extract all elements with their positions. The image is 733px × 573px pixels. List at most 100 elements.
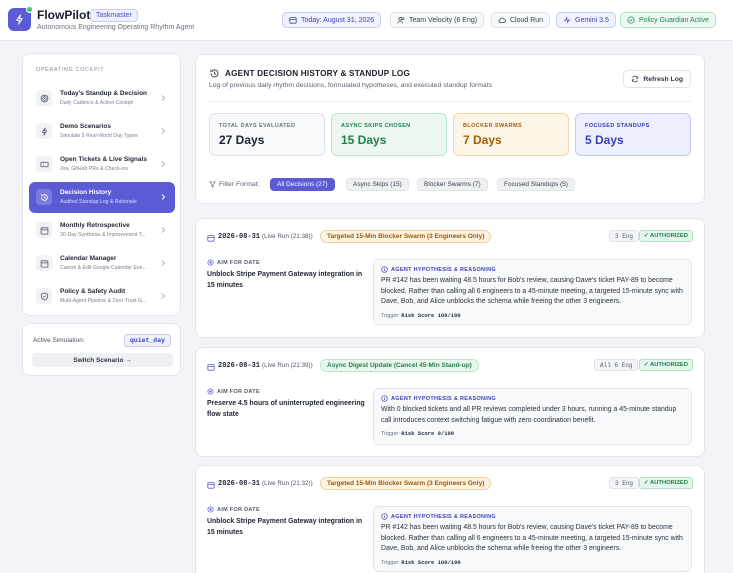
hypothesis-label-text: AGENT HYPOTHESIS & REASONING [391,266,496,273]
info-icon [381,513,388,520]
sidebar-item-policy[interactable]: Policy & Safety Audit Multi-Agent Pipeli… [29,281,175,312]
entry-engineer-count: 3 Eng [609,477,640,489]
trigger-line: Trigger: Risk Score 100/100 [381,559,461,566]
check-circle-icon [627,16,635,24]
sidebar-item-history[interactable]: Decision History Audited Standup Log & R… [29,182,175,213]
authorized-badge: ✓ AUTHORIZED [638,359,693,371]
stat-label: TOTAL DAYS EVALUATED [219,123,296,129]
sidebar-item-subtitle: Simulate 5 Real-World Day Types [60,133,138,139]
aim-label: AIM FOR DATE [207,259,260,266]
aim-label-text: AIM FOR DATE [217,259,260,266]
team-pill[interactable]: Team Velocity (6 Eng) [390,12,485,28]
calendar-icon [207,235,215,242]
entry-run: (Live Run (21:39)) [262,362,313,369]
entry-date: 2026-08-31 [218,233,261,241]
sidebar-item-title: Demo Scenarios [60,123,111,130]
sidebar-item-subtitle: Audited Standup Log & Rationale [60,199,137,205]
trigger-label: Trigger: [381,560,400,566]
policy-pill[interactable]: Policy Guardian Active [620,12,717,28]
sidebar-item-demo[interactable]: Demo Scenarios Simulate 5 Real-World Day… [29,116,175,147]
divider [209,101,691,102]
calendar-icon [36,222,52,238]
stat-label: FOCUSED STANDUPS [585,123,650,129]
hypothesis-label: AGENT HYPOTHESIS & REASONING [381,395,496,402]
simulation-panel: Active Simulation: quiet_day Switch Scen… [22,323,181,376]
app-name: FlowPilot [37,8,91,22]
stat-value: 27 Days [219,133,265,147]
sidebar-item-retro[interactable]: Monthly Retrospective 30-Day Synthesis &… [29,215,175,246]
ticket-icon [36,156,52,172]
filter-focused[interactable]: Focused Standups (5) [497,178,575,191]
calendar-icon [207,364,215,371]
sidebar-item-title: Open Tickets & Live Signals [60,156,147,163]
run-pill[interactable]: Cloud Run [491,12,551,28]
shield-icon [36,288,52,304]
app-subtitle: Autonomous Engineering Operating Rhythm … [37,24,195,31]
chevron-right-icon [161,260,166,266]
app-logo [8,6,33,31]
entry-run: (Live Run (21:32)) [262,480,313,487]
filter-async[interactable]: Async Skips (15) [346,178,409,191]
model-pill-label: Gemini 3.5 [575,16,609,24]
sidebar: OPERATING COCKPIT Today's Standup & Deci… [22,53,181,316]
chevron-right-icon [161,293,166,299]
refresh-log-label: Refresh Log [643,75,683,83]
trigger-value: Risk Score 100/100 [401,312,461,319]
sidebar-item-tickets[interactable]: Open Tickets & Live Signals Jira, GitHub… [29,149,175,180]
entry-engineer-count: 3 Eng [609,230,640,242]
authorized-badge: ✓ AUTHORIZED [638,230,693,242]
stat-value: 7 Days [463,133,502,147]
hypothesis-box: AGENT HYPOTHESIS & REASONING With 0 bloc… [373,388,692,445]
hypothesis-box: AGENT HYPOTHESIS & REASONING PR #142 has… [373,506,692,572]
aim-text: Unblock Stripe Payment Gateway integrati… [207,518,363,536]
sidebar-item-subtitle: Daily Cadence & Action Cockpit [60,100,133,106]
date-pill[interactable]: Today: August 31, 2026 [282,12,382,28]
bolt-icon [36,123,52,139]
aim-label-text: AIM FOR DATE [217,388,260,395]
switch-scenario-button[interactable]: Switch Scenario → [32,353,173,367]
aim-text: Preserve 4.5 hours of uninterrupted engi… [207,400,365,418]
cloud-icon [498,17,506,23]
trigger-line: Trigger: Risk Score 100/100 [381,312,461,319]
sidebar-item-subtitle: Jira, GitHub PRs & Check-ins [60,166,129,172]
target-icon [36,90,52,106]
filter-label-text: Filter Format: [219,181,260,188]
sidebar-item-calendar[interactable]: Calendar Manager Cancel & Edit Google Ca… [29,248,175,279]
chevron-right-icon [161,95,166,101]
trigger-value: Risk Score 0/100 [401,430,455,437]
trigger-value: Risk Score 100/100 [401,559,461,566]
chevron-right-icon [161,194,166,200]
refresh-log-button[interactable]: Refresh Log [623,70,691,88]
stat-focused-standups: FOCUSED STANDUPS 5 Days [575,113,691,156]
bolt-icon [16,14,23,25]
hypothesis-label-text: AGENT HYPOTHESIS & REASONING [391,513,496,520]
chevron-right-icon [161,227,166,233]
hypothesis-label: AGENT HYPOTHESIS & REASONING [381,266,496,273]
app-badge: Taskmaster [90,9,138,22]
stat-blocker-swarms: BLOCKER SWARMS 7 Days [453,113,569,156]
sidebar-item-title: Monthly Retrospective [60,222,130,229]
entry-engineer-count: All 6 Eng [594,359,639,371]
stat-total-days: TOTAL DAYS EVALUATED 27 Days [209,113,325,156]
entry-format-badge: Targeted 15-Min Blocker Swarm (3 Enginee… [320,230,492,243]
entry-format-badge: Targeted 15-Min Blocker Swarm (3 Enginee… [320,477,492,490]
policy-pill-label: Policy Guardian Active [639,16,710,24]
sidebar-item-title: Decision History [60,189,112,196]
stat-value: 15 Days [341,133,387,147]
users-icon [397,17,405,24]
authorized-badge: ✓ AUTHORIZED [638,477,693,489]
sidebar-item-title: Policy & Safety Audit [60,288,126,295]
model-pill[interactable]: Gemini 3.5 [556,12,616,28]
target-icon [207,388,214,395]
team-pill-label: Team Velocity (6 Eng) [409,16,478,24]
trigger-label: Trigger: [381,431,400,437]
filter-blocker[interactable]: Blocker Swarms (7) [417,178,488,191]
hypothesis-text: PR #142 has been waiting 48.5 hours for … [381,524,683,553]
stat-label: BLOCKER SWARMS [463,123,523,129]
refresh-icon [632,75,639,83]
entry-date: 2026-08-31 [218,480,261,488]
simulation-value: quiet_day [123,334,171,347]
sidebar-item-standup[interactable]: Today's Standup & Decision Daily Cadence… [29,83,175,114]
sidebar-item-subtitle: 30-Day Synthesis & Improvement T... [60,232,146,238]
filter-all[interactable]: All Decisions (27) [270,178,335,191]
